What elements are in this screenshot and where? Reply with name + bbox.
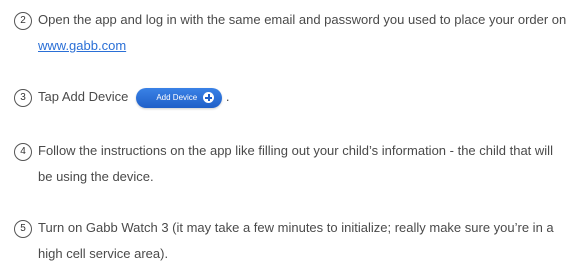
add-device-button-label: Add Device — [156, 92, 198, 102]
step-3-text-after: . — [225, 89, 230, 104]
step-number-4: 4 — [14, 143, 32, 161]
step-number-5: 5 — [14, 220, 32, 238]
gabb-website-link[interactable]: www.gabb.com — [38, 38, 126, 53]
step-3-text-before: Tap Add Device — [38, 89, 129, 104]
step-number-2: 2 — [14, 12, 32, 30]
plus-icon — [203, 92, 215, 104]
step-5-text: Turn on Gabb Watch 3 (it may take a few … — [38, 220, 554, 261]
add-device-button[interactable]: Add Device — [136, 87, 223, 108]
step-2-text: Open the app and log in with the same em… — [38, 7, 568, 59]
step-2-text-before: Open the app and log in with the same em… — [38, 12, 567, 27]
step-number-3: 3 — [14, 89, 32, 107]
step-4-text: Follow the instructions on the app like … — [38, 143, 553, 184]
step-3-text: Tap Add Device Add Device . — [38, 84, 568, 110]
